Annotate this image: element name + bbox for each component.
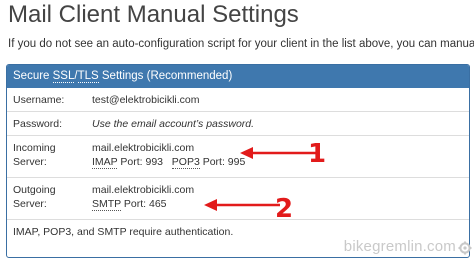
smtp-port: Port: 465 (120, 198, 167, 210)
password-label: Password: (13, 118, 63, 130)
panel-header: Secure SSL/TLS Settings (Recommended) (7, 65, 469, 88)
incoming-ports: IMAP Port: 993 POP3 Port: 995 (92, 155, 245, 169)
smtp-abbr: SMTP (92, 198, 121, 211)
secure-settings-panel: Secure SSL/TLS Settings (Recommended) Us… (6, 64, 470, 258)
password-value: Use the email account’s password. (92, 118, 255, 130)
ssl-abbr: SSL (52, 70, 75, 83)
header-prefix: Secure (13, 70, 53, 82)
page-title: Mail Client Manual Settings (8, 1, 299, 28)
arrow-2-icon (204, 199, 280, 211)
username-value: test@elektrobicikli.com (92, 94, 200, 106)
outgoing-label: Outgoing Server: (13, 184, 56, 210)
authentication-note: IMAP, POP3, and SMTP require authenticat… (13, 226, 234, 238)
incoming-host: mail.elektrobicikli.com (92, 142, 195, 154)
watermark: bikegremlin.com (343, 238, 456, 255)
username-label: Username: (13, 94, 65, 106)
gear-icon (458, 241, 472, 255)
tls-abbr: TLS (77, 70, 99, 83)
incoming-value: mail.elektrobicikli.com IMAP Port: 993 P… (92, 141, 245, 169)
password-row: Password: Use the email account’s passwo… (7, 111, 469, 135)
imap-port: Port: 993 (117, 156, 164, 168)
arrow-1-icon (240, 147, 316, 159)
arrow-2-number: 2 (275, 194, 294, 224)
outgoing-ports: SMTP Port: 465 (92, 197, 194, 211)
outgoing-host: mail.elektrobicikli.com (92, 184, 195, 196)
intro-text: If you do not see an auto-configuration … (8, 38, 474, 50)
outgoing-value: mail.elektrobicikli.com SMTP Port: 465 (92, 183, 194, 211)
username-row: Username: test@elektrobicikli.com (7, 88, 469, 111)
arrow-1-number: 1 (308, 139, 327, 169)
header-suffix: Settings (Recommended) (98, 70, 233, 82)
imap-abbr: IMAP (92, 156, 118, 169)
incoming-label: Incoming Server: (13, 142, 56, 168)
pop3-abbr: POP3 (171, 156, 200, 169)
